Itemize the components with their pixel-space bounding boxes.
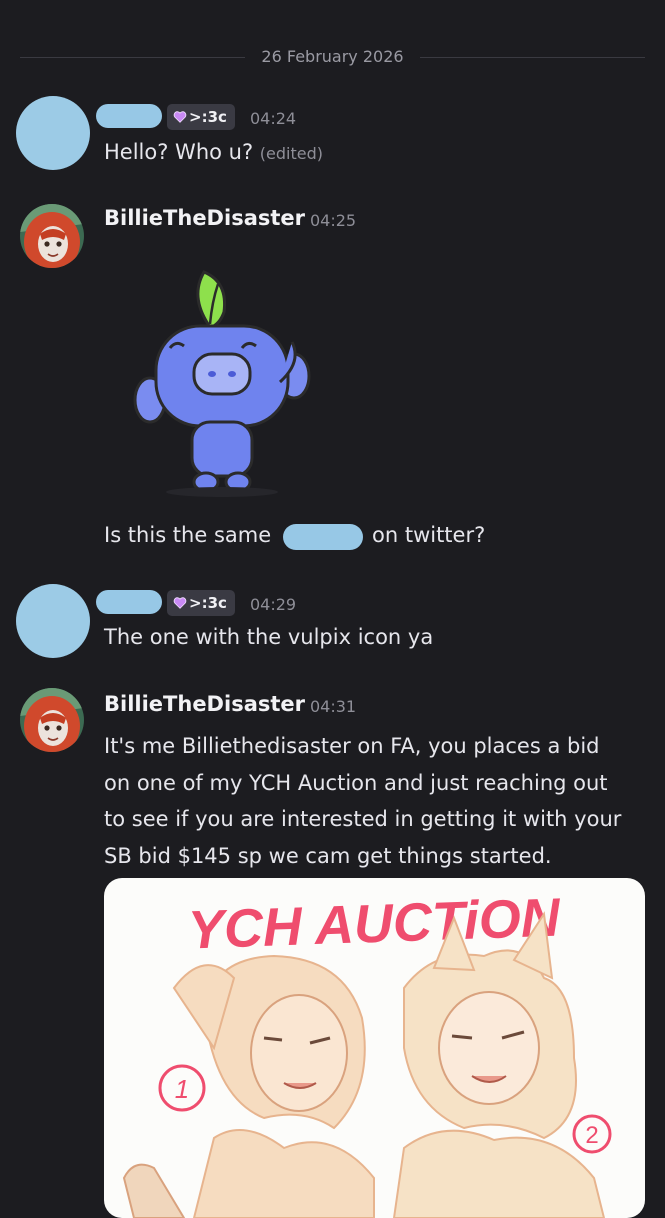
message-text: Hello? Who u? (edited) — [104, 140, 323, 164]
user-avatar[interactable] — [20, 204, 84, 268]
message-line: on one of my YCH Auction and just reachi… — [104, 770, 608, 795]
server-tag[interactable]: >:3c — [167, 104, 235, 130]
red-haired-character-avatar — [20, 688, 84, 752]
message-text: Is this the same — [104, 523, 271, 547]
ych-auction-artwork: YCH AUCTiON 1 2 — [122, 887, 612, 1218]
discord-wumpus-leaf-sticker[interactable] — [130, 262, 320, 498]
redacted-handle — [283, 524, 363, 550]
server-tag[interactable]: >:3c — [167, 590, 235, 616]
redacted-avatar[interactable] — [16, 96, 90, 170]
message-body-start: Is this the same — [104, 523, 272, 547]
image-attachment[interactable]: YCH AUCTiON 1 2 — [104, 878, 645, 1218]
server-tag-label: >:3c — [189, 594, 227, 612]
redacted-username[interactable] — [96, 590, 162, 614]
message-line: to see if you are interested in getting … — [104, 807, 622, 831]
user-avatar[interactable] — [20, 688, 84, 752]
redacted-username[interactable] — [96, 104, 162, 128]
red-haired-character-avatar — [20, 204, 84, 268]
divider-line-right — [420, 57, 645, 58]
option-mark-1: 1 — [175, 1074, 189, 1104]
message-timestamp: 04:25 — [310, 211, 357, 230]
message-timestamp: 04:31 — [310, 697, 357, 716]
server-tag-label: >:3c — [189, 108, 227, 126]
date-divider: 26 February 2026 — [20, 46, 645, 68]
message-line: SB bid $145 sp we cam get things started… — [104, 843, 552, 868]
message-text: It's me Billiethedisaster on FA, you pla… — [104, 728, 649, 874]
option-mark-2: 2 — [585, 1122, 598, 1149]
message-text-end: on twitter? — [372, 523, 485, 547]
username[interactable]: BillieTheDisaster — [104, 692, 305, 716]
message-body-end: on twitter? — [372, 523, 486, 547]
purple-heart-icon — [173, 597, 187, 609]
message-timestamp: 04:24 — [250, 109, 297, 128]
purple-heart-icon — [173, 111, 187, 123]
message-timestamp: 04:29 — [250, 595, 297, 614]
message-text: The one with the vulpix icon ya — [104, 625, 434, 649]
username[interactable]: BillieTheDisaster — [104, 206, 305, 230]
redacted-avatar[interactable] — [16, 584, 90, 658]
edited-indicator: (edited) — [259, 144, 323, 163]
message-body: Hello? Who u? — [104, 140, 254, 164]
message-line: It's me Billiethedisaster on FA, you pla… — [104, 734, 600, 758]
